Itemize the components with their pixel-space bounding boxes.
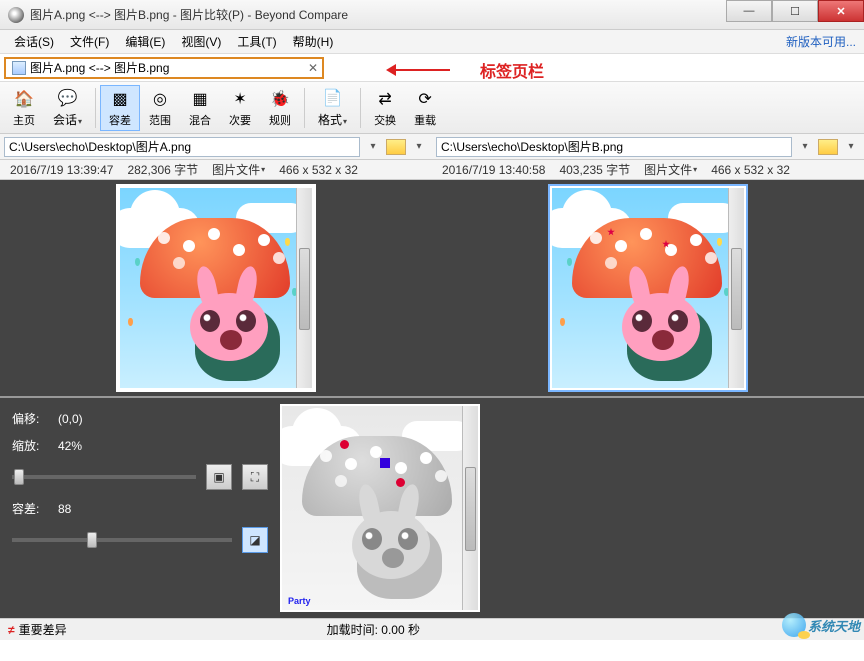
tab-close-icon[interactable]: ✕	[308, 61, 318, 75]
range-button[interactable]: ◎范围	[140, 85, 180, 131]
fit-window-button[interactable]: ▣	[206, 464, 232, 490]
left-browse-button[interactable]	[386, 139, 406, 155]
menu-edit[interactable]: 编辑(E)	[117, 31, 173, 52]
tolerance-label: 容差:	[12, 500, 48, 517]
reload-button[interactable]: ⟳重载	[405, 85, 445, 131]
globe-icon	[782, 613, 806, 637]
tab-icon	[12, 61, 26, 75]
right-size: 403,235 字节	[559, 161, 630, 178]
menu-tools[interactable]: 工具(T)	[229, 31, 284, 52]
left-scrollbar[interactable]	[296, 188, 312, 388]
diff-mode-button[interactable]: ◪	[242, 527, 268, 553]
menu-session[interactable]: 会话(S)	[6, 31, 62, 52]
session-button[interactable]: 💬会话▾	[44, 85, 91, 131]
format-button[interactable]: 📄格式▾	[309, 85, 356, 131]
watermark-logo: 系统天地	[782, 613, 860, 637]
left-image-frame[interactable]	[116, 184, 316, 392]
menu-bar: 会话(S) 文件(F) 编辑(E) 视图(V) 工具(T) 帮助(H) 新版本可…	[0, 30, 864, 54]
update-available-link[interactable]: 新版本可用...	[786, 33, 856, 50]
right-image-frame[interactable]	[548, 184, 748, 392]
diff-status: ≠重要差异	[8, 621, 67, 638]
left-date: 2016/7/19 13:39:47	[10, 163, 113, 177]
bottom-panel: 偏移: (0,0) 缩放: 42% ▣ ⛶ 容差: 88 ◪	[0, 398, 864, 618]
secondary-button[interactable]: ✶次要	[220, 85, 260, 131]
menu-file[interactable]: 文件(F)	[62, 31, 117, 52]
controls-panel: 偏移: (0,0) 缩放: 42% ▣ ⛶ 容差: 88 ◪	[0, 398, 280, 618]
compare-panel	[0, 180, 864, 398]
main-toolbar: 🏠主页 💬会话▾ ▩容差 ◎范围 ▦混合 ✶次要 🐞规则 📄格式▾ ⇄交换 ⟳重…	[0, 82, 864, 134]
menu-view[interactable]: 视图(V)	[173, 31, 229, 52]
left-path-input[interactable]	[4, 137, 360, 157]
path-row: ▾ ▾ ▾ ▾	[0, 134, 864, 160]
annotation-text: 标签页栏	[480, 58, 544, 82]
zoom-value: 42%	[58, 439, 82, 453]
app-icon	[8, 7, 24, 23]
right-browse-button[interactable]	[818, 139, 838, 155]
left-browse-dropdown[interactable]: ▾	[410, 138, 428, 156]
blend-button[interactable]: ▦混合	[180, 85, 220, 131]
left-image	[120, 188, 296, 388]
zoom-slider[interactable]	[12, 475, 196, 479]
offset-label: 偏移:	[12, 410, 48, 427]
right-type-dropdown[interactable]: 图片文件 ▾	[644, 161, 697, 178]
right-image	[552, 188, 728, 388]
session-tab[interactable]: 图片A.png <--> 图片B.png ✕	[4, 57, 324, 79]
tab-bar: 图片A.png <--> 图片B.png ✕ 标签页栏	[0, 54, 864, 82]
file-info-row: 2016/7/19 13:39:47 282,306 字节 图片文件 ▾ 466…	[0, 160, 864, 180]
swap-button[interactable]: ⇄交换	[365, 85, 405, 131]
home-button[interactable]: 🏠主页	[4, 85, 44, 131]
load-time: 加载时间: 0.00 秒	[327, 621, 420, 638]
right-dimensions: 466 x 532 x 32	[711, 163, 790, 177]
watermark-text: 系统天地	[808, 616, 860, 635]
tolerance-button[interactable]: ▩容差	[100, 85, 140, 131]
actual-size-button[interactable]: ⛶	[242, 464, 268, 490]
minimize-button[interactable]: —	[726, 0, 772, 22]
diff-image: Party	[282, 406, 462, 610]
close-button[interactable]: ✕	[818, 0, 864, 22]
right-path-input[interactable]	[436, 137, 792, 157]
right-date: 2016/7/19 13:40:58	[442, 163, 545, 177]
left-type-dropdown[interactable]: 图片文件 ▾	[212, 161, 265, 178]
zoom-label: 缩放:	[12, 437, 48, 454]
rules-button[interactable]: 🐞规则	[260, 85, 300, 131]
offset-value: (0,0)	[58, 412, 83, 426]
right-path-dropdown[interactable]: ▾	[796, 138, 814, 156]
status-bar: ≠重要差异 加载时间: 0.00 秒	[0, 618, 864, 640]
right-browse-dropdown[interactable]: ▾	[842, 138, 860, 156]
window-title: 图片A.png <--> 图片B.png - 图片比较(P) - Beyond …	[30, 6, 348, 23]
tab-label: 图片A.png <--> 图片B.png	[30, 59, 169, 76]
window-titlebar: 图片A.png <--> 图片B.png - 图片比较(P) - Beyond …	[0, 0, 864, 30]
diff-scrollbar[interactable]	[462, 406, 478, 610]
maximize-button[interactable]: ☐	[772, 0, 818, 22]
annotation-arrow: 标签页栏	[390, 58, 544, 82]
diff-image-frame[interactable]: Party	[280, 404, 480, 612]
left-dimensions: 466 x 532 x 32	[279, 163, 358, 177]
window-controls: — ☐ ✕	[726, 0, 864, 22]
left-path-dropdown[interactable]: ▾	[364, 138, 382, 156]
tolerance-value: 88	[58, 502, 71, 516]
right-scrollbar[interactable]	[728, 188, 744, 388]
tolerance-slider[interactable]	[12, 538, 232, 542]
left-size: 282,306 字节	[127, 161, 198, 178]
menu-help[interactable]: 帮助(H)	[285, 31, 342, 52]
